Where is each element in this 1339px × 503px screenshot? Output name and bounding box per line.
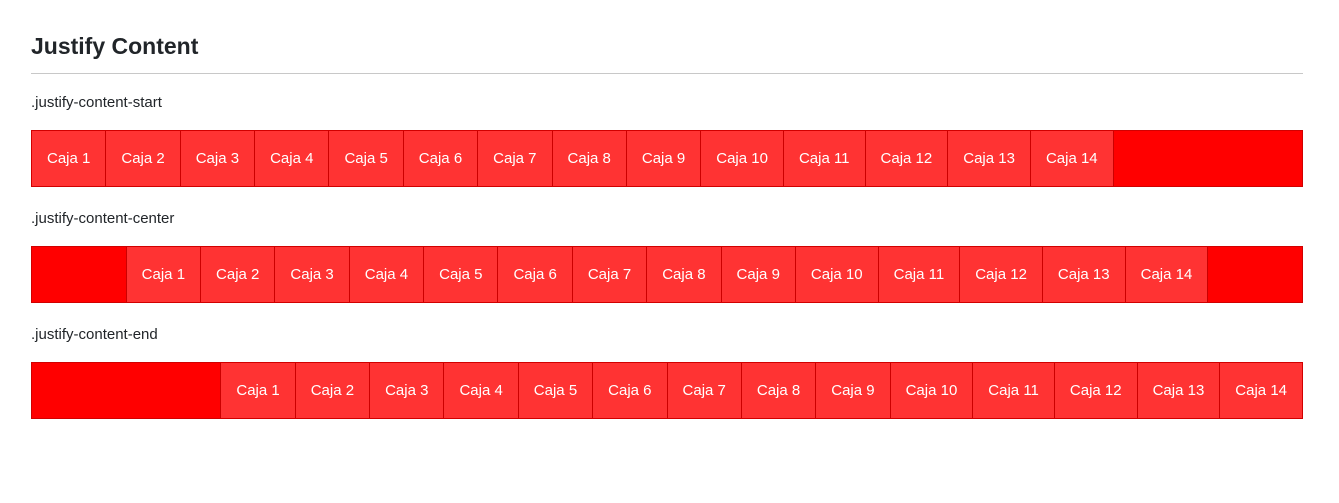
flex-box: Caja 13	[1137, 363, 1221, 418]
flex-box: Caja 11	[783, 131, 866, 186]
flex-box: Caja 9	[626, 131, 702, 186]
flex-box: Caja 6	[593, 363, 668, 418]
flex-box: Caja 7	[478, 131, 553, 186]
flex-box: Caja 11	[878, 247, 961, 302]
section-label-center: .justify-content-center	[31, 210, 175, 227]
flex-box: Caja 13	[948, 131, 1031, 186]
flex-box: Caja 5	[518, 363, 594, 418]
flex-box: Caja 5	[329, 131, 404, 186]
page-title: Justify Content	[31, 33, 199, 59]
flex-box: Caja 6	[498, 247, 573, 302]
flex-box: Caja 8	[552, 131, 627, 186]
flex-box: Caja 1	[125, 247, 202, 302]
flex-box: Caja 8	[741, 363, 817, 418]
flex-box: Caja 14	[1030, 131, 1114, 186]
flex-row-end: Caja 1 Caja 2 Caja 3 Caja 4 Caja 5 Caja 6 Caja…	[31, 362, 1303, 419]
flex-box: Caja 10	[701, 131, 784, 186]
flex-box: Caja 3	[180, 131, 256, 186]
flex-box: Caja 7	[572, 247, 648, 302]
flex-box: Caja 12	[960, 247, 1043, 302]
flex-box: Caja 14	[1220, 363, 1302, 418]
flex-box: Caja 2	[295, 363, 371, 418]
flex-box: Caja 4	[444, 363, 519, 418]
section-label-start: .justify-content-start	[31, 94, 162, 111]
flex-row-start: Caja 1 Caja 2 Caja 3 Caja 4 Caja 5 Caja 6 Caja…	[31, 130, 1303, 187]
flex-box: Caja 2	[106, 131, 181, 186]
section-label-end: .justify-content-end	[31, 326, 158, 343]
flex-box: Caja 10	[890, 363, 974, 418]
flex-box: Caja 6	[403, 131, 479, 186]
flex-box: Caja 7	[667, 363, 742, 418]
flex-box: Caja 3	[370, 363, 445, 418]
flex-box: Caja 12	[1054, 363, 1138, 418]
flex-box: Caja 12	[865, 131, 949, 186]
flex-box: Caja 4	[255, 131, 330, 186]
flex-box: Caja 11	[973, 363, 1055, 418]
flex-box: Caja 4	[349, 247, 425, 302]
flex-box: Caja 9	[816, 363, 891, 418]
flex-box: Caja 14	[1125, 247, 1209, 302]
flex-box: Caja 8	[647, 247, 722, 302]
flex-box: Caja 1	[220, 363, 296, 418]
flex-row-center: Caja 1 Caja 2 Caja 3 Caja 4 Caja 5 Caja 6 Caja…	[31, 246, 1303, 303]
flex-box: Caja 10	[795, 247, 879, 302]
flex-box: Caja 1	[32, 131, 107, 186]
flex-box: Caja 13	[1042, 247, 1126, 302]
flex-box: Caja 9	[721, 247, 796, 302]
flex-box: Caja 5	[424, 247, 499, 302]
divider	[31, 73, 1303, 74]
flex-box: Caja 2	[201, 247, 276, 302]
flex-box: Caja 3	[275, 247, 350, 302]
